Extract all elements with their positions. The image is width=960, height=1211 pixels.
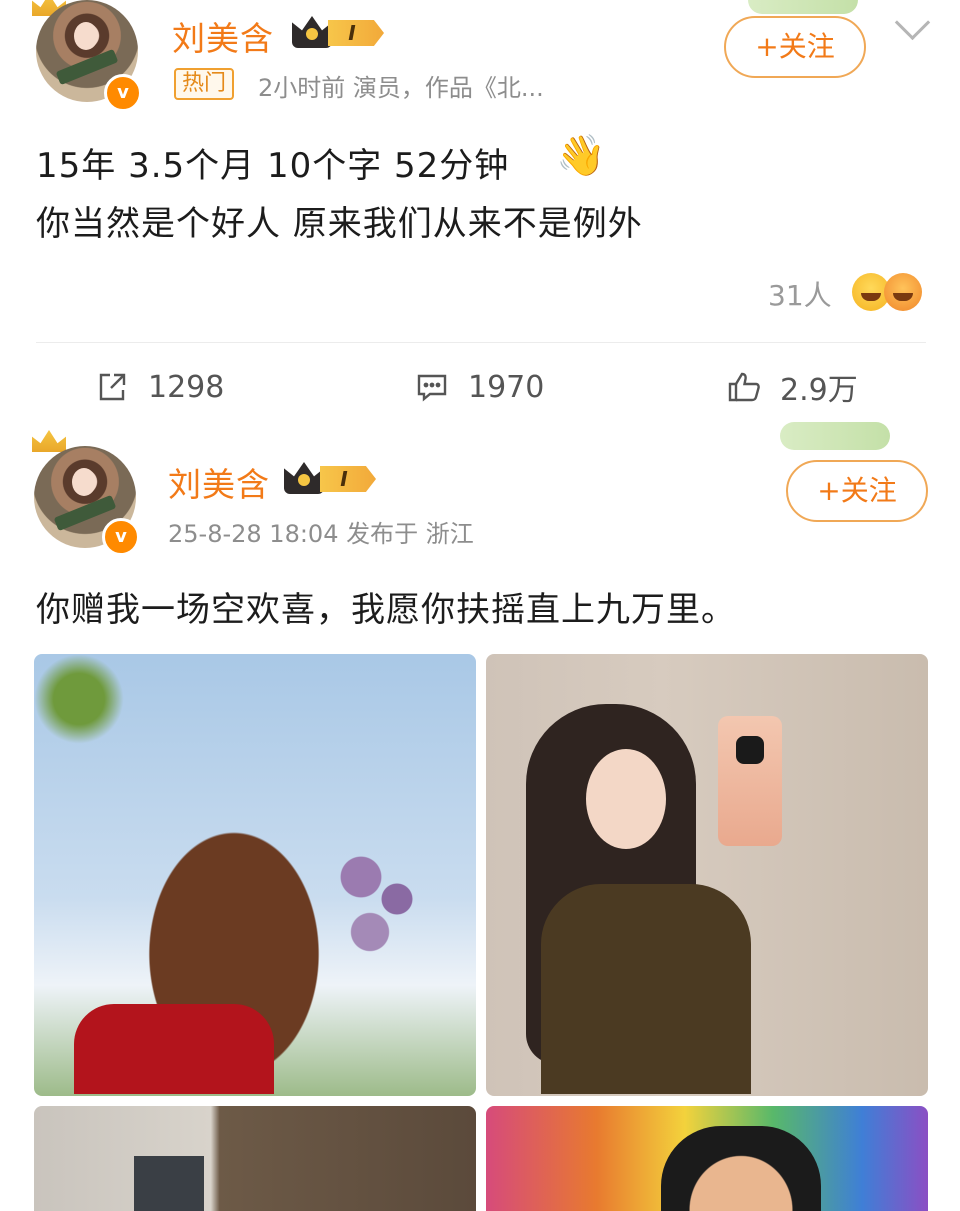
verified-badge-icon: v <box>102 518 140 556</box>
post-2: v 刘美含 I 25-8-28 18:04 发布于 浙江 +关注 你赠我一场空欢… <box>0 420 960 1211</box>
comment-count: 1970 <box>468 369 545 405</box>
image-leaves <box>34 654 124 744</box>
post-image-3[interactable] <box>34 1106 476 1211</box>
chevron-down-icon[interactable] <box>894 4 931 41</box>
vip-crown-icon <box>284 462 324 494</box>
post-image-4[interactable] <box>486 1106 928 1211</box>
image-phone <box>718 716 782 846</box>
kissing-face-icon <box>884 273 922 311</box>
vip-level: I <box>320 466 376 492</box>
post-image-2[interactable] <box>486 654 928 1096</box>
divider <box>36 342 926 343</box>
decoration-banner <box>780 422 890 450</box>
image-flowers <box>334 844 424 954</box>
image-window <box>134 1156 204 1211</box>
author-name[interactable]: 刘美含 <box>168 458 270 506</box>
image-dress <box>74 1004 274 1094</box>
vip-crown-icon <box>292 16 332 48</box>
follow-button[interactable]: +关注 <box>724 16 866 78</box>
decoration-banner <box>748 0 858 14</box>
post-meta: 2小时前 演员，作品《北... <box>258 74 544 102</box>
like-button[interactable]: 2.9万 <box>726 367 858 408</box>
vip-badge: I <box>292 16 384 48</box>
comment-button[interactable]: 1970 <box>414 367 544 407</box>
image-head <box>661 1126 821 1211</box>
image-face <box>586 749 666 849</box>
vip-badge: I <box>284 462 376 494</box>
post-1: v 刘美含 I 热门 2小时前 演员，作品《北... +关注 15年 3.5个月… <box>0 0 960 420</box>
post-text: 你赠我一场空欢喜，我愿你扶摇直上九万里。 <box>36 590 736 630</box>
repost-icon <box>99 373 126 401</box>
avatar-face <box>72 468 96 496</box>
verified-badge-icon: v <box>104 74 142 112</box>
reaction-count[interactable]: 31人 <box>768 274 832 314</box>
waving-hand-icon: 👋 <box>556 133 606 179</box>
post-text-line-2: 你当然是个好人 原来我们从来不是例外 <box>36 204 643 244</box>
post-meta: 25-8-28 18:04 发布于 浙江 <box>168 520 474 548</box>
comment-icon <box>417 374 447 402</box>
post-image-1[interactable] <box>34 654 476 1096</box>
repost-count: 1298 <box>148 369 225 405</box>
vip-level: I <box>328 20 384 46</box>
follow-button[interactable]: +关注 <box>786 460 928 522</box>
crown-icon <box>32 430 66 452</box>
hot-tag: 热门 <box>174 68 235 100</box>
author-name[interactable]: 刘美含 <box>172 12 274 60</box>
avatar-face <box>74 22 98 50</box>
like-count: 2.9万 <box>780 373 858 408</box>
image-jacket <box>541 884 751 1094</box>
post-text-line-1: 15年 3.5个月 10个字 52分钟 <box>36 146 510 186</box>
repost-button[interactable]: 1298 <box>94 367 224 407</box>
like-icon <box>728 372 760 402</box>
